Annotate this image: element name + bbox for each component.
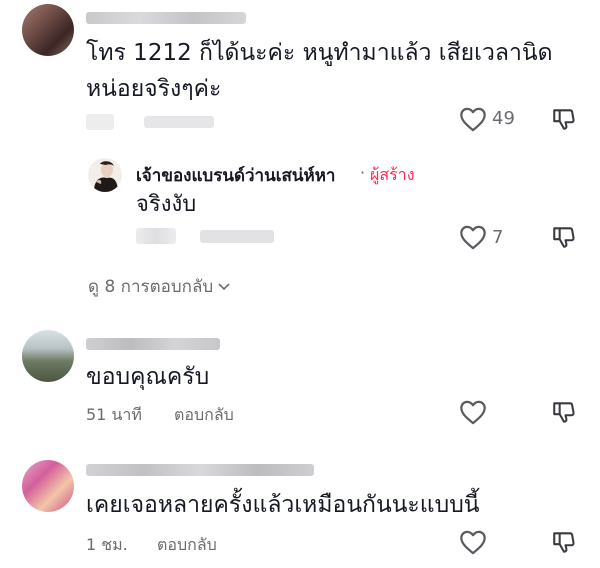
- dislike-button[interactable]: [549, 396, 579, 428]
- reply-reply-link-blurred[interactable]: [200, 230, 274, 243]
- reply-button[interactable]: ตอบกลับ: [174, 403, 234, 428]
- dislike-button[interactable]: [549, 526, 579, 558]
- heart-outline-icon: [460, 530, 486, 555]
- chevron-down-icon: [218, 282, 230, 290]
- reply-link-blurred[interactable]: [144, 116, 214, 128]
- reply-text: จริงงับ: [136, 192, 197, 217]
- name-separator: ·: [360, 163, 366, 182]
- view-replies-label: ดู 8 การตอบกลับ: [88, 277, 214, 297]
- comment-text-line2: หน่อยจริงๆค่ะ: [86, 76, 222, 102]
- comment-text: โทร 1212 ก็ได้นะค่ะ หนูทำมาแล้ว เสียเวลา…: [86, 40, 553, 66]
- username-blurred[interactable]: [86, 12, 246, 24]
- like-button[interactable]: [456, 396, 490, 428]
- comment-text: เคยเจอหลายครั้งแล้วเหมือนกันนะแบบนี้: [86, 492, 480, 518]
- creator-avatar[interactable]: [88, 158, 122, 192]
- heart-outline-icon: [460, 107, 486, 132]
- heart-outline-icon: [460, 400, 486, 425]
- comment-text: ขอบคุณครับ: [86, 364, 210, 390]
- username-blurred[interactable]: [86, 464, 314, 476]
- avatar[interactable]: [22, 460, 74, 512]
- view-replies-button[interactable]: ดู 8 การตอบกลับ: [88, 273, 231, 300]
- creator-avatar-image: [94, 161, 118, 192]
- avatar[interactable]: [22, 330, 74, 382]
- avatar[interactable]: [22, 4, 74, 56]
- like-button[interactable]: [456, 103, 490, 135]
- thumbs-down-icon: [553, 532, 575, 553]
- creator-name[interactable]: เจ้าของแบรนด์ว่านเสน่ห์หา: [136, 162, 335, 189]
- thumbs-down-icon: [553, 227, 575, 248]
- creator-badge: ผู้สร้าง: [370, 165, 415, 184]
- like-count: 7: [492, 227, 504, 248]
- comment-time: 1 ชม.: [86, 535, 128, 554]
- thumbs-down-icon: [553, 109, 575, 130]
- dislike-button[interactable]: [549, 221, 579, 253]
- dislike-button[interactable]: [549, 103, 579, 135]
- comment-meta-blurred: [86, 114, 114, 130]
- reply-meta-blurred: [136, 228, 176, 244]
- heart-outline-icon: [460, 225, 486, 250]
- like-button[interactable]: [456, 526, 490, 558]
- reply-button[interactable]: ตอบกลับ: [157, 533, 217, 558]
- username-blurred[interactable]: [86, 338, 220, 350]
- thumbs-down-icon: [553, 402, 575, 423]
- comment-time: 51 นาที: [86, 405, 142, 424]
- like-count: 49: [492, 108, 515, 129]
- like-button[interactable]: [456, 221, 490, 253]
